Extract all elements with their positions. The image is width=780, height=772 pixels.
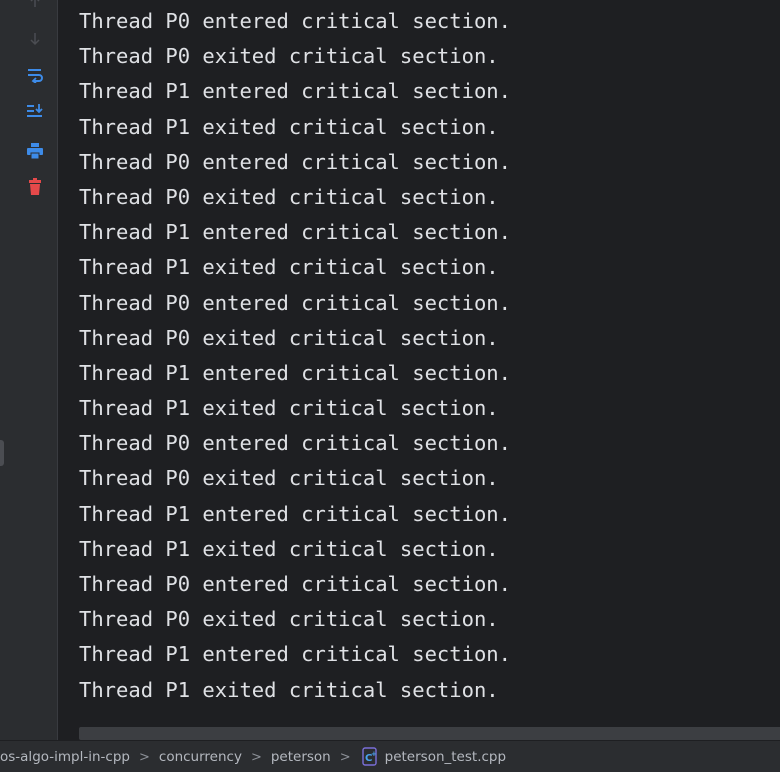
console-line: Thread P1 exited critical section. [79, 396, 499, 421]
console-lines: Thread P0 entered critical section. Threa… [79, 4, 511, 708]
svg-text:+: + [371, 750, 377, 758]
console-line: Thread P0 exited critical section. [79, 184, 499, 209]
console-line: Thread P0 exited critical section. [79, 607, 499, 632]
chevron-right-icon: > [339, 749, 351, 765]
console-line: Thread P1 exited critical section. [79, 677, 499, 702]
cpp-file-icon: C + [360, 747, 380, 767]
horizontal-scrollbar[interactable] [79, 727, 780, 740]
chevron-right-icon: > [250, 749, 262, 765]
console-line: Thread P1 entered critical section. [79, 220, 511, 245]
console-line: Thread P0 entered critical section. [79, 9, 511, 33]
trash-icon[interactable] [23, 175, 47, 199]
breadcrumb-item-project[interactable]: os-algo-impl-in-cpp [0, 749, 130, 765]
print-icon[interactable] [23, 139, 47, 163]
soft-wrap-icon[interactable] [23, 63, 47, 87]
console-line: Thread P0 entered critical section. [79, 431, 511, 456]
console-line: Thread P1 entered critical section. [79, 501, 511, 526]
gutter-resize-handle[interactable] [0, 440, 4, 466]
console-line: Thread P0 exited critical section. [79, 44, 499, 69]
arrow-down-icon[interactable] [23, 27, 47, 51]
console-line: Thread P0 entered critical section. [79, 290, 511, 315]
breadcrumb-item-peterson[interactable]: peterson [271, 749, 331, 765]
scroll-to-end-icon[interactable] [23, 99, 47, 123]
breadcrumb: os-algo-impl-in-cpp > concurrency > pete… [0, 740, 780, 772]
console-line: Thread P1 exited critical section. [79, 114, 499, 139]
console-line: Thread P0 entered critical section. [79, 149, 511, 174]
console-line: Thread P1 entered critical section. [79, 360, 511, 385]
console-line: Thread P1 exited critical section. [79, 255, 499, 280]
console-output[interactable]: Thread P0 entered critical section. Threa… [58, 0, 780, 726]
console-line: Thread P0 exited critical section. [79, 466, 499, 491]
console-toolbar [13, 0, 58, 740]
console-line: Thread P0 exited critical section. [79, 325, 499, 350]
breadcrumb-item-file[interactable]: peterson_test.cpp [385, 749, 506, 765]
console-line: Thread P1 entered critical section. [79, 79, 511, 104]
left-gutter [0, 0, 13, 740]
console-line: Thread P1 exited critical section. [79, 536, 499, 561]
console-line: Thread P0 entered critical section. [79, 572, 511, 596]
console-line: Thread P1 entered critical section. [79, 642, 511, 667]
arrow-up-icon[interactable] [23, 0, 47, 14]
breadcrumb-item-concurrency[interactable]: concurrency [159, 749, 242, 765]
chevron-right-icon: > [138, 749, 150, 765]
run-console-window: Thread P0 entered critical section. Threa… [0, 0, 780, 772]
